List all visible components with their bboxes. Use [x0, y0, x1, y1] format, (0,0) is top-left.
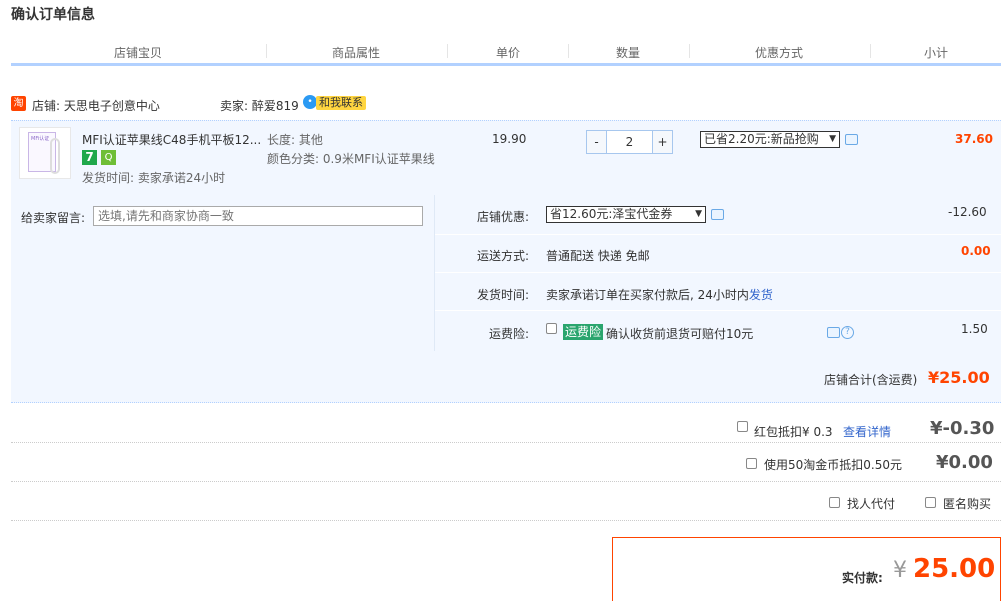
discount-select[interactable]: 已省2.20元:新品抢购 ▼	[700, 131, 840, 148]
comment-icon[interactable]	[711, 209, 724, 220]
product-title-link[interactable]: MFI认证苹果线C48手机平板12...	[82, 131, 262, 148]
seven-day-return-icon: 7	[82, 150, 97, 165]
payment-amount: 25.00	[913, 554, 996, 584]
shop-total-label: 店铺合计(含运费)	[824, 373, 918, 387]
help-icon[interactable]: ?	[841, 326, 854, 339]
shipping-cost: 0.00	[961, 244, 991, 258]
anonymous-label: 匿名购买	[943, 497, 992, 511]
message-label: 给卖家留言:	[21, 211, 86, 225]
seller-name[interactable]: 卖家: 醉爱819	[220, 97, 299, 114]
col-header-discount: 优惠方式	[754, 46, 803, 60]
taobao-shop-icon: 淘	[11, 96, 26, 111]
shop-coupon-select-value: 省12.60元:泽宝代金券	[550, 207, 673, 221]
comment-icon[interactable]	[827, 327, 840, 338]
header-divider	[266, 44, 267, 58]
chevron-down-icon: ▼	[829, 134, 836, 144]
coins-checkbox[interactable]	[746, 458, 757, 469]
col-header-attributes: 商品属性	[331, 46, 380, 60]
insurance-description: 确认收货前退货可赔付10元	[606, 327, 754, 341]
row-divider	[11, 442, 1001, 443]
quantity-input[interactable]: 2	[607, 131, 652, 153]
row-divider	[11, 481, 1001, 482]
proxy-pay-label: 找人代付	[847, 497, 896, 511]
attr-color: 颜色分类: 0.9米MFI认证苹果线	[267, 152, 435, 166]
red-packet-amount: ¥-0.30	[930, 418, 995, 439]
anonymous-checkbox[interactable]	[925, 497, 936, 508]
attr-length: 长度: 其他	[267, 133, 323, 147]
chevron-down-icon: ▼	[695, 209, 702, 219]
seller-message-input[interactable]	[93, 206, 423, 226]
payment-currency: ¥	[893, 558, 907, 583]
insurance-cost: 1.50	[961, 322, 988, 336]
delivery-label: 发货时间:	[477, 288, 530, 302]
header-divider	[568, 44, 569, 58]
comment-icon[interactable]	[845, 134, 858, 145]
red-packet-checkbox[interactable]	[737, 421, 748, 432]
delivery-text: 卖家承诺订单在买家付款后, 24小时内发货	[546, 286, 773, 303]
discount-select-value: 已省2.20元:新品抢购	[704, 132, 819, 146]
chat-bubble-icon: •	[303, 95, 317, 109]
shipping-method: 普通配送 快递 免邮	[546, 249, 650, 263]
cable-image	[50, 138, 60, 174]
col-header-quantity: 数量	[615, 46, 640, 60]
shop-name[interactable]: 店铺: 天思电子创意中心	[32, 97, 160, 114]
red-packet-details-link[interactable]: 查看详情	[843, 423, 891, 440]
insurance-label: 运费险:	[489, 327, 530, 341]
quantity-increase-button[interactable]: +	[652, 131, 672, 153]
col-header-unit-price: 单价	[495, 46, 520, 60]
delivery-link[interactable]: 发货	[749, 288, 773, 302]
shop-discount-amount: -12.60	[948, 205, 987, 219]
coins-label: 使用50淘金币抵扣0.50元	[764, 458, 902, 472]
product-thumbnail[interactable]: MFi认证	[19, 127, 71, 179]
header-divider	[447, 44, 448, 58]
quality-guarantee-icon: Q	[101, 150, 116, 165]
proxy-pay-checkbox[interactable]	[829, 497, 840, 508]
shipping-label: 运送方式:	[477, 249, 530, 263]
header-divider	[689, 44, 690, 58]
col-header-subtotal: 小计	[923, 46, 948, 60]
quantity-decrease-button[interactable]: -	[587, 131, 607, 153]
column-divider	[434, 195, 435, 351]
insurance-tag: 运费险	[563, 324, 604, 340]
shop-coupon-select[interactable]: 省12.60元:泽宝代金券 ▼	[546, 206, 706, 223]
contact-seller-label: 和我联系	[316, 96, 366, 110]
red-packet-label: 红包抵扣¥ 0.3	[754, 425, 833, 439]
header-underline	[11, 63, 1001, 66]
delivery-promise-text: 卖家承诺订单在买家付款后, 24小时内	[546, 288, 749, 302]
shop-total-value: ¥25.00	[928, 368, 990, 387]
ship-time-promise: 发货时间: 卖家承诺24小时	[82, 171, 226, 185]
payment-label: 实付款:	[842, 571, 883, 585]
coins-amount: ¥0.00	[936, 452, 993, 473]
quantity-stepper: - 2 +	[586, 130, 673, 154]
shop-discount-label: 店铺优惠:	[477, 210, 530, 224]
col-header-shop-item: 店铺宝贝	[113, 46, 162, 60]
unit-price: 19.90	[492, 132, 527, 146]
row-divider	[11, 520, 1001, 521]
page-title: 确认订单信息	[11, 7, 95, 23]
insurance-checkbox[interactable]	[546, 323, 557, 334]
item-subtotal: 37.60	[955, 132, 993, 146]
header-divider	[870, 44, 871, 58]
